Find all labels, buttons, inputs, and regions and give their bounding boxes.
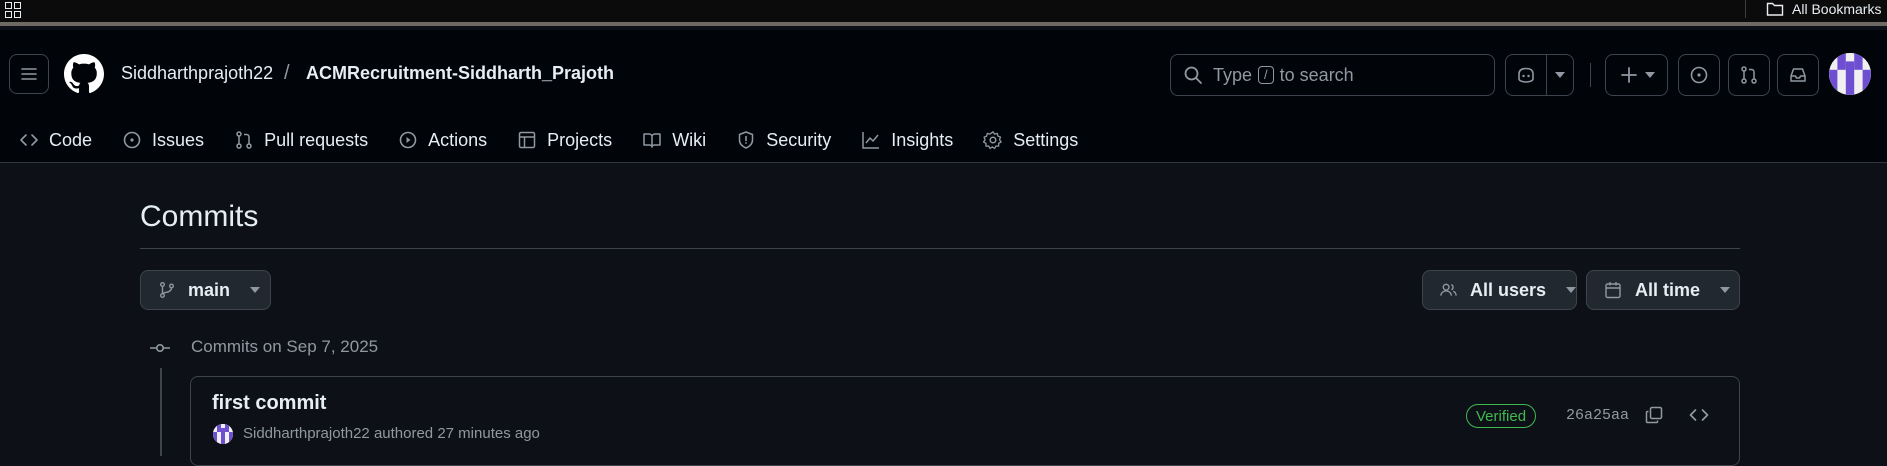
commit-sha-link[interactable]: 26a25aa bbox=[1566, 407, 1629, 424]
timeline-line bbox=[160, 368, 162, 456]
copilot-button[interactable] bbox=[1505, 54, 1547, 96]
commit-title-link[interactable]: first commit bbox=[212, 392, 326, 415]
commit-group-date: Commits on Sep 7, 2025 bbox=[191, 337, 379, 356]
plus-icon bbox=[1620, 67, 1637, 83]
issue-icon bbox=[1690, 66, 1708, 84]
git-commit-icon bbox=[150, 344, 170, 353]
tab-label: Pull requests bbox=[264, 129, 369, 150]
chevron-down-icon bbox=[1644, 72, 1655, 78]
all-bookmarks-button[interactable]: All Bookmarks bbox=[1766, 0, 1881, 18]
commit-list-item: first commit Siddharthprajoth22 authored… bbox=[190, 376, 1740, 466]
inbox-button[interactable] bbox=[1777, 54, 1819, 96]
commit-meta: Siddharthprajoth22 authored 27 minutes a… bbox=[243, 425, 540, 442]
time-filter-label: All time bbox=[1635, 279, 1701, 300]
table-icon bbox=[518, 131, 536, 149]
pull-request-icon bbox=[236, 131, 252, 149]
identicon-icon bbox=[1829, 53, 1871, 95]
all-bookmarks-label: All Bookmarks bbox=[1792, 1, 1882, 17]
time-filter-button[interactable]: All time bbox=[1586, 270, 1740, 310]
code-icon bbox=[20, 134, 38, 146]
tab-actions[interactable]: Actions bbox=[398, 130, 487, 151]
chevron-down-icon bbox=[1566, 287, 1576, 293]
breadcrumb-owner-link[interactable]: Siddharthprajoth22 bbox=[121, 63, 273, 84]
chevron-down-icon bbox=[1720, 287, 1731, 293]
title-divider bbox=[140, 248, 1740, 249]
tab-label: Security bbox=[766, 129, 832, 150]
user-avatar[interactable] bbox=[1829, 53, 1871, 95]
tab-label: Code bbox=[49, 129, 93, 150]
menu-button[interactable] bbox=[9, 54, 49, 94]
pull-request-icon bbox=[1741, 66, 1757, 84]
tab-projects[interactable]: Projects bbox=[517, 130, 612, 151]
tab-code[interactable]: Code bbox=[19, 130, 92, 151]
breadcrumb-repo-link[interactable]: ACMRecruitment-Siddharth_Prajoth bbox=[306, 63, 614, 84]
bookmarks-divider bbox=[1745, 0, 1746, 18]
identicon-icon bbox=[213, 424, 233, 444]
hamburger-icon bbox=[21, 68, 37, 80]
commit-time: 27 minutes ago bbox=[437, 425, 540, 442]
branch-selector-button[interactable]: main bbox=[140, 270, 271, 310]
breadcrumb-separator: / bbox=[284, 62, 290, 84]
graph-icon bbox=[862, 132, 880, 149]
code-icon[interactable] bbox=[1688, 405, 1710, 425]
calendar-icon bbox=[1605, 282, 1621, 299]
tab-pull-requests[interactable]: Pull requests bbox=[234, 130, 368, 151]
tab-label: Wiki bbox=[672, 129, 707, 150]
commit-author-link[interactable]: Siddharthprajoth22 bbox=[243, 425, 370, 442]
folder-icon bbox=[1766, 2, 1784, 16]
people-icon bbox=[1440, 283, 1457, 296]
chevron-down-icon bbox=[1555, 72, 1565, 78]
tab-insights[interactable]: Insights bbox=[861, 130, 953, 151]
branch-name: main bbox=[188, 279, 231, 300]
tab-label: Actions bbox=[428, 129, 488, 150]
git-branch-icon bbox=[160, 282, 174, 298]
search-suffix: to search bbox=[1279, 64, 1354, 85]
tab-wiki[interactable]: Wiki bbox=[642, 130, 706, 151]
your-pull-requests-button[interactable] bbox=[1728, 54, 1770, 96]
copilot-icon bbox=[1518, 67, 1534, 83]
shield-icon bbox=[738, 131, 754, 149]
create-new-button[interactable] bbox=[1605, 54, 1668, 96]
tab-label: Projects bbox=[547, 129, 613, 150]
tab-label: Insights bbox=[891, 129, 954, 150]
inbox-icon bbox=[1790, 68, 1806, 82]
copilot-menu-button[interactable] bbox=[1546, 54, 1574, 96]
tab-settings[interactable]: Settings bbox=[983, 130, 1078, 151]
book-icon bbox=[643, 133, 661, 148]
bookmarks-bar: All Bookmarks bbox=[0, 0, 1887, 26]
your-issues-button[interactable] bbox=[1678, 54, 1720, 96]
search-shortcut-key: / bbox=[1258, 66, 1274, 84]
copy-icon[interactable] bbox=[1644, 405, 1664, 425]
verified-badge[interactable]: Verified bbox=[1466, 404, 1537, 428]
search-input[interactable]: Type / to search bbox=[1170, 54, 1495, 96]
commit-action: authored bbox=[373, 425, 434, 442]
tab-label: Settings bbox=[1013, 129, 1079, 150]
search-prefix: Type bbox=[1213, 64, 1253, 85]
tab-security[interactable]: Security bbox=[736, 130, 831, 151]
tab-label: Issues bbox=[152, 129, 205, 150]
search-icon bbox=[1184, 66, 1202, 84]
chevron-down-icon bbox=[250, 287, 261, 293]
repo-tabs: Code Issues Pull requests Actions Projec… bbox=[0, 117, 1108, 163]
repo-header: Siddharthprajoth22 / ACMRecruitment-Sidd… bbox=[0, 30, 1887, 163]
header-divider bbox=[1590, 63, 1591, 87]
users-filter-button[interactable]: All users bbox=[1422, 270, 1577, 310]
page-title: Commits bbox=[140, 200, 259, 233]
issue-icon bbox=[123, 131, 141, 149]
gear-icon bbox=[983, 131, 1003, 150]
apps-grid-icon[interactable] bbox=[5, 2, 21, 18]
play-icon bbox=[399, 131, 417, 149]
tab-issues[interactable]: Issues bbox=[122, 130, 204, 151]
author-avatar[interactable] bbox=[213, 424, 233, 444]
users-filter-label: All users bbox=[1469, 279, 1546, 300]
github-logo-icon[interactable] bbox=[64, 54, 104, 94]
